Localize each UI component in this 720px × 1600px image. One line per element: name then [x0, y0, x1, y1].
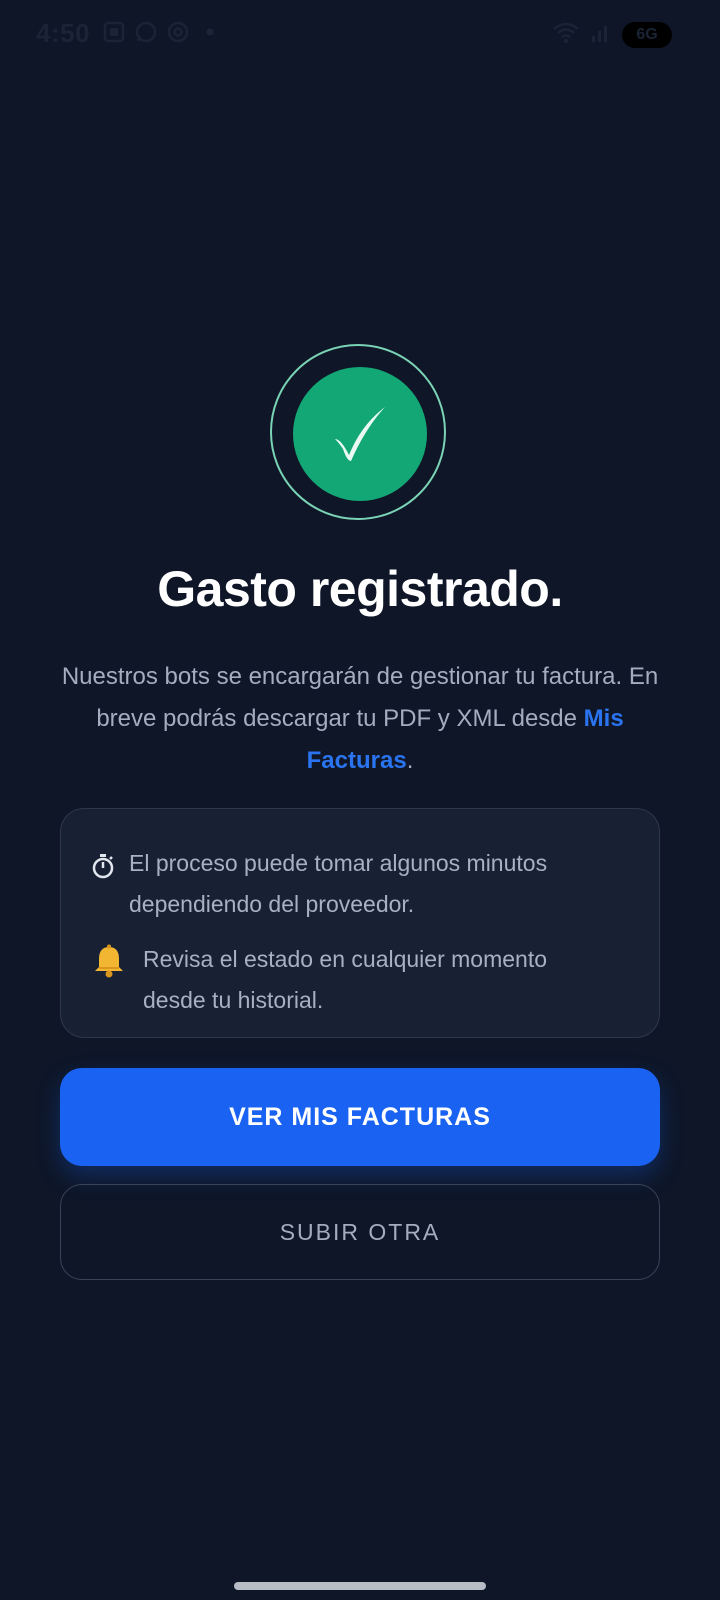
bell-icon — [91, 943, 127, 984]
success-screen: 4:50 6G Gasto registrado. Nuestros bots … — [0, 0, 720, 1600]
wifi-icon — [552, 20, 580, 49]
view-invoices-button[interactable]: VER MIS FACTURAS — [60, 1068, 660, 1166]
page-title: Gasto registrado. — [157, 561, 563, 617]
confirmation-message: Nuestros bots se encargarán de gestionar… — [60, 656, 660, 782]
message-text: Nuestros bots se encargarán de gestionar… — [61, 663, 659, 732]
stopwatch-icon — [91, 853, 115, 884]
home-indicator[interactable] — [234, 1582, 486, 1590]
network-label: 6G — [636, 25, 658, 43]
upload-another-button[interactable]: SUBIR OTRA — [60, 1184, 660, 1280]
info-text: Revisa el estado en cualquier momento de… — [143, 946, 548, 1013]
signal-icon — [590, 20, 612, 49]
message-end: . — [406, 747, 414, 774]
status-bar: 4:50 6G — [0, 0, 720, 70]
info-card: El proceso puede tomar algunos minutos d… — [60, 808, 660, 1038]
status-icons-left — [102, 20, 222, 44]
screenshot-icon — [102, 20, 126, 44]
whatsapp-icon — [134, 20, 158, 44]
info-item: Revisa el estado en cualquier momento de… — [91, 939, 603, 1021]
status-icons-right: 6G — [552, 20, 672, 49]
status-time: 4:50 — [36, 18, 91, 48]
success-badge — [293, 367, 427, 501]
battery-icon: 6G — [622, 21, 672, 48]
checkmark-icon — [335, 407, 385, 461]
dot-icon — [198, 20, 222, 44]
info-text: El proceso puede tomar algunos minutos d… — [129, 850, 548, 917]
threads-icon — [166, 20, 190, 44]
info-item: El proceso puede tomar algunos minutos d… — [91, 843, 599, 925]
